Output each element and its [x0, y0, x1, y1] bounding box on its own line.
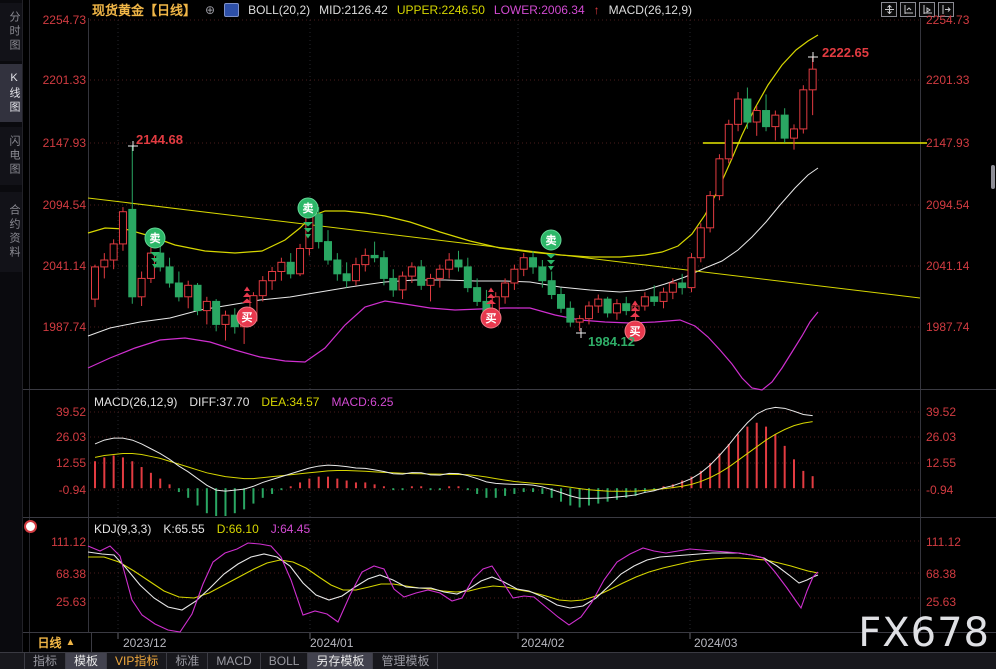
x-axis-date: 2024/01	[310, 636, 354, 650]
y-axis-label-right: 2254.73	[926, 13, 970, 27]
macd-macd-value: MACD:6.25	[331, 395, 394, 409]
tab-templates[interactable]: 模板	[66, 653, 108, 669]
svg-text:卖: 卖	[546, 233, 557, 247]
chart-canvas[interactable]: 卖买卖买卖买	[0, 0, 996, 669]
kdj-title: KDJ(9,3,3)	[94, 522, 152, 536]
kdj-axis-label-right: 68.38	[926, 567, 957, 581]
svg-text:卖: 卖	[150, 231, 161, 245]
macd-label: MACD(26,12,9)	[608, 2, 692, 17]
pan-icon[interactable]	[881, 2, 897, 17]
price-annotation-peak: 2222.65	[822, 45, 869, 60]
chart-type-sidebar: 分时图 K线图 闪电图 合约资料	[0, 0, 23, 669]
y-axis-label-right: 2094.54	[926, 198, 970, 212]
kdj-axis-label-right: 111.12	[926, 535, 961, 549]
price-annotation-low: 1984.12	[588, 334, 635, 349]
macd-axis-label: 26.03	[55, 430, 86, 444]
kdj-d-value: D:66.10	[216, 522, 259, 536]
macd-axis-label: 39.52	[55, 405, 86, 419]
y-axis-label: 2254.73	[42, 13, 86, 27]
sidebar-item-kline[interactable]: K线图	[0, 64, 22, 122]
y-axis-label: 2094.54	[42, 198, 86, 212]
price-annotation-spike: 2144.68	[136, 132, 183, 147]
kdj-axis-label-right: 25.63	[926, 595, 957, 609]
macd-axis-label-right: 26.03	[926, 430, 957, 444]
y-axis-label: 2041.14	[42, 259, 86, 273]
boll-mid-value: MID:2126.42	[319, 2, 388, 17]
period-label: 日线	[37, 636, 62, 650]
macd-axis-label: 12.55	[55, 456, 86, 470]
boll-label: BOLL(20,2)	[248, 2, 311, 17]
x-axis-date: 2024/02	[521, 636, 565, 650]
tab-vip-indicators[interactable]: VIP指标	[107, 653, 168, 669]
add-indicator-icon[interactable]: ⊕	[205, 3, 215, 17]
kdj-axis-label: 68.38	[55, 567, 86, 581]
macd-panel-header: MACD(26,12,9) DIFF:37.70 DEA:34.57 MACD:…	[94, 395, 393, 409]
x-axis-date: 2024/03	[694, 636, 738, 650]
watermark: FX678	[858, 610, 990, 656]
y-axis-label-right: 2041.14	[926, 259, 970, 273]
macd-axis-label-right: -0.94	[926, 483, 954, 497]
boll-upper-value: UPPER:2246.50	[396, 2, 485, 17]
macd-title: MACD(26,12,9)	[94, 395, 178, 409]
macd-axis-label: -0.94	[58, 483, 86, 497]
tab-boll[interactable]: BOLL	[261, 653, 309, 669]
tab-indicators[interactable]: 指标	[24, 653, 67, 669]
up-arrow-icon: ↑	[593, 2, 600, 17]
instrument-title[interactable]: 现货黄金【日线】	[92, 0, 196, 19]
period-arrow-icon: ▲	[65, 637, 76, 648]
tab-save-template[interactable]: 另存模板	[308, 653, 374, 669]
period-selector[interactable]: 日线 ▲	[22, 633, 92, 652]
tab-macd[interactable]: MACD	[208, 653, 261, 669]
macd-diff-value: DIFF:37.70	[189, 395, 250, 409]
y-axis-label-right: 2201.33	[926, 73, 970, 87]
macd-axis-label-right: 12.55	[926, 456, 957, 470]
scrollbar-thumb[interactable]	[991, 165, 995, 189]
tab-standard[interactable]: 标准	[167, 653, 209, 669]
sidebar-item-contract-info[interactable]: 合约资料	[0, 192, 22, 272]
panel-alert-icon	[24, 520, 37, 533]
svg-text:卖: 卖	[303, 201, 314, 215]
boll-lower-value: LOWER:2006.34	[493, 2, 585, 17]
kdj-axis-label: 25.63	[55, 595, 86, 609]
sidebar-item-timeshare[interactable]: 分时图	[0, 3, 22, 61]
kdj-j-value: J:64.45	[270, 522, 311, 536]
chart-header: 现货黄金【日线】 ⊕ BOLL(20,2) MID:2126.42 UPPER:…	[92, 1, 692, 18]
kdj-k-value: K:65.55	[163, 522, 205, 536]
svg-text:买: 买	[242, 311, 253, 324]
macd-axis-label-right: 39.52	[926, 405, 957, 419]
kdj-axis-label: 111.12	[51, 535, 86, 549]
macd-dea-value: DEA:34.57	[261, 395, 320, 409]
y-axis-label: 1987.74	[42, 320, 86, 334]
y-axis-label-right: 1987.74	[926, 320, 970, 334]
indicator-tabbar: 指标 模板 VIP指标 标准 MACD BOLL 另存模板 管理模板	[0, 652, 996, 669]
kdj-panel-header: KDJ(9,3,3) K:65.55 D:66.10 J:64.45	[94, 522, 310, 536]
chart-thumbnail-icon	[224, 2, 240, 17]
y-axis-label: 2147.93	[42, 136, 86, 150]
sidebar-item-lightning[interactable]: 闪电图	[0, 127, 22, 185]
tab-manage-templates[interactable]: 管理模板	[373, 653, 439, 669]
x-axis-date: 2023/12	[123, 636, 167, 650]
y-axis-label-right: 2147.93	[926, 136, 970, 150]
trading-app: 卖买卖买卖买 分时图 K线图 闪电图 合约资料 现货黄金【日线】 ⊕ BOLL(…	[0, 0, 996, 669]
y-axis-label: 2201.33	[42, 73, 86, 87]
fit-horizontal-icon[interactable]	[900, 2, 916, 17]
svg-text:买: 买	[486, 312, 497, 325]
